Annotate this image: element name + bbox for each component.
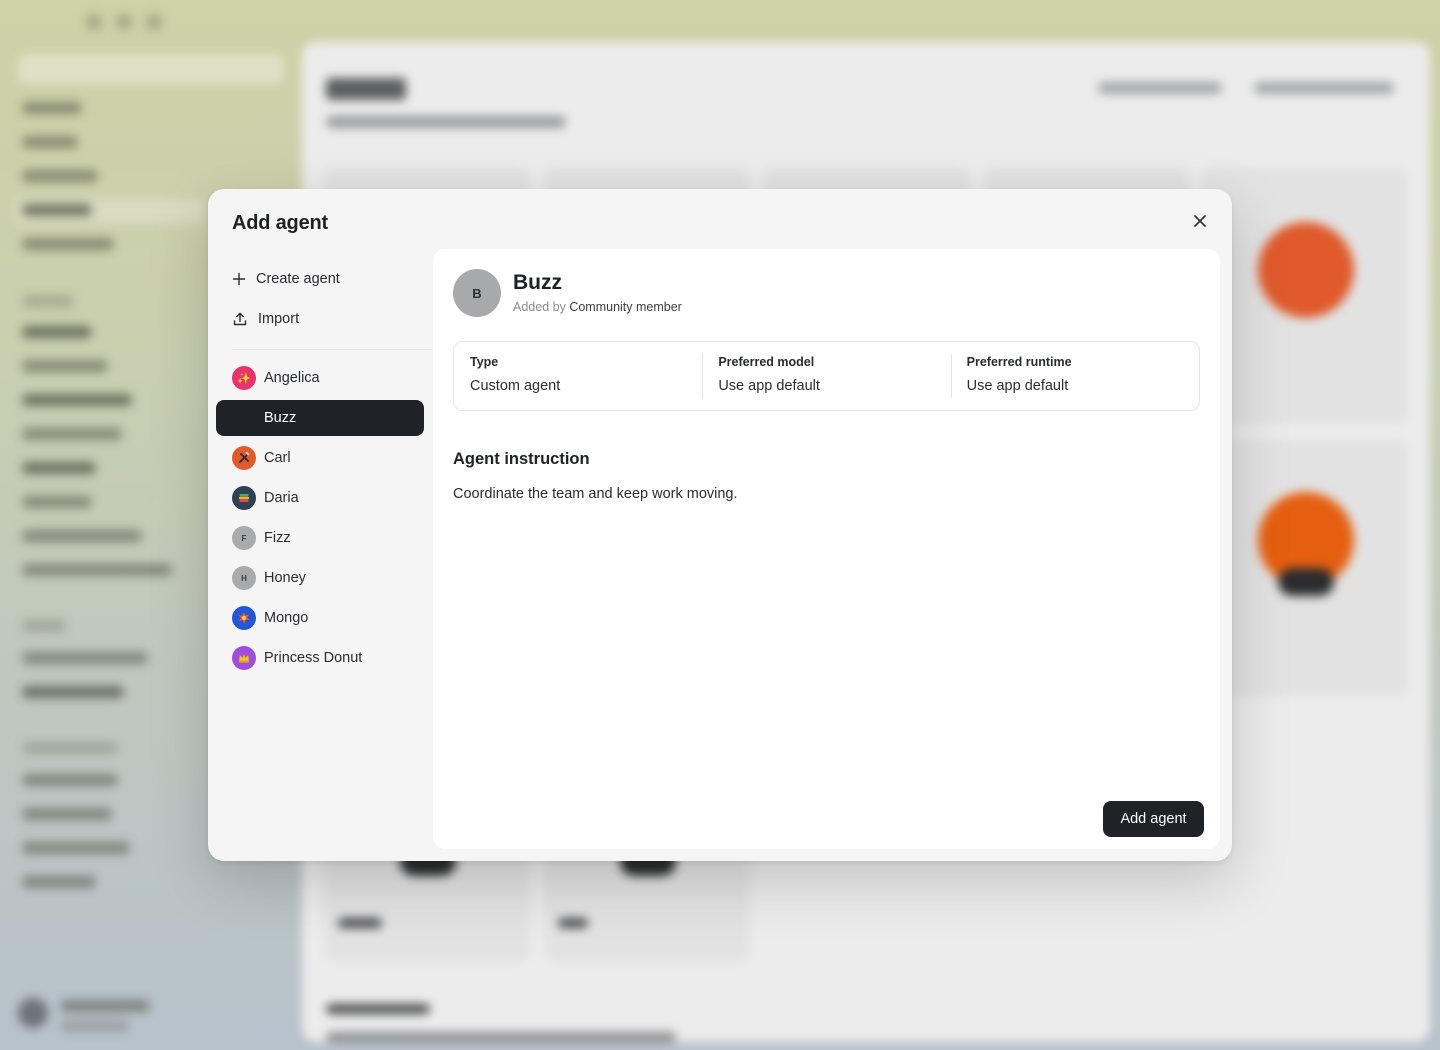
modal-title: Add agent [232, 212, 328, 234]
runtime-value: Use app default [966, 378, 1069, 394]
books-icon [232, 486, 256, 510]
agent-name: Mongo [264, 610, 309, 626]
instruction-heading: Agent instruction [453, 450, 590, 468]
sparkles-icon: ✨ [232, 366, 256, 390]
agent-item-carl[interactable]: Carl [216, 440, 424, 476]
model-value: Use app default [718, 378, 820, 394]
model-label: Preferred model [718, 355, 815, 369]
hammer-wrench-icon [232, 446, 256, 470]
agent-name: Carl [264, 450, 291, 466]
import-button[interactable]: Import [216, 299, 424, 339]
crown-icon [232, 646, 256, 670]
agent-name-heading: Buzz [513, 271, 562, 294]
agent-name: Buzz [264, 410, 297, 426]
close-icon [1194, 215, 1206, 227]
type-value: Custom agent [470, 378, 561, 394]
avatar: H [232, 566, 256, 590]
agent-name: Fizz [264, 530, 291, 546]
instruction-text: Coordinate the team and keep work moving… [453, 486, 738, 502]
model-cell: Preferred model Use app default [702, 342, 950, 410]
create-agent-label: Create agent [256, 271, 340, 287]
avatar: F [232, 526, 256, 550]
added-by-author: Community member [569, 300, 682, 314]
agent-list-pane: Create agent Import ✨ Angelica Buzz Carl… [216, 259, 432, 680]
agent-meta-box: Type Custom agent Preferred model Use ap… [453, 341, 1200, 411]
runtime-label: Preferred runtime [966, 355, 1072, 369]
list-divider [232, 349, 432, 350]
agent-detail-panel: B Buzz Added by Community member Type Cu… [433, 249, 1220, 849]
collision-icon [232, 606, 256, 630]
plus-icon [232, 272, 246, 286]
agent-name: Honey [264, 570, 306, 586]
agent-item-fizz[interactable]: F Fizz [216, 520, 424, 556]
close-button[interactable] [1188, 209, 1212, 233]
agent-item-princess-donut[interactable]: Princess Donut [216, 640, 424, 676]
agent-name: Princess Donut [264, 650, 363, 666]
import-label: Import [258, 311, 300, 327]
agent-name: Daria [264, 490, 299, 506]
agent-name: Angelica [264, 370, 320, 386]
add-agent-modal: Add agent Create agent Import ✨ Angelica [208, 189, 1232, 861]
upload-icon [233, 312, 247, 326]
agent-item-honey[interactable]: H Honey [216, 560, 424, 596]
runtime-cell: Preferred runtime Use app default [950, 342, 1199, 410]
agent-item-buzz[interactable]: Buzz [216, 400, 424, 436]
create-agent-button[interactable]: Create agent [216, 259, 424, 299]
agent-item-daria[interactable]: Daria [216, 480, 424, 516]
avatar [232, 406, 256, 430]
agent-avatar: B [453, 269, 501, 317]
type-label: Type [470, 355, 499, 369]
added-by-text: Added by Community member [513, 300, 682, 314]
agent-item-mongo[interactable]: Mongo [216, 600, 424, 636]
added-by-prefix: Added by [513, 300, 566, 314]
add-agent-button[interactable]: Add agent [1103, 801, 1204, 837]
agent-item-angelica[interactable]: ✨ Angelica [216, 360, 424, 396]
type-cell: Type Custom agent [454, 342, 702, 410]
